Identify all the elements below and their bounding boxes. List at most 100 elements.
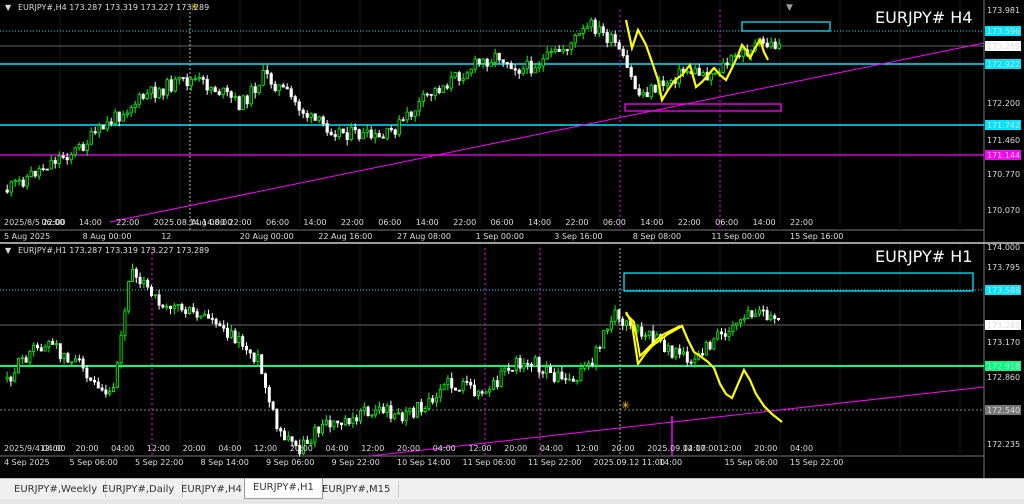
time-label: 04:00	[790, 444, 813, 453]
time-label: 20:00	[754, 444, 777, 453]
time-label: 12:00	[254, 444, 277, 453]
tab-eurjpy-weekly[interactable]: EURJPY#,Weekly	[6, 481, 107, 498]
time-label: 06:00	[266, 218, 289, 227]
time-label: 12:00	[40, 444, 63, 453]
time-label: 04:00	[218, 444, 241, 453]
date-label: 11 Sep 00:00	[711, 232, 764, 241]
time-label: 06:00	[491, 218, 514, 227]
date-label: 27 Aug 08:00	[397, 232, 451, 241]
price-label: 171.460	[987, 136, 1020, 145]
time-label: 22:00	[341, 218, 364, 227]
time-label: 04:00	[540, 444, 563, 453]
h4-collapse-icon[interactable]: ▼	[5, 3, 12, 12]
date-label: 1 Sep 00:00	[476, 232, 524, 241]
price-label: 172.235	[987, 440, 1020, 449]
price-label: 173.170	[987, 338, 1020, 347]
time-label: 12:00	[361, 444, 384, 453]
price-label: 173.596	[987, 27, 1020, 36]
chart-window-h1[interactable]: ✳ EURJPY#,H1 173.287 173.319 173.227 173…	[0, 242, 1024, 480]
price-label: 172.922	[987, 60, 1020, 69]
h4-header-text: EURJPY#,H4 173.287 173.319 173.227 173.2…	[18, 3, 209, 12]
time-label: 22:00	[116, 218, 139, 227]
price-label: 171.144	[987, 151, 1020, 160]
h4-shift-marker-icon[interactable]: ▼	[786, 3, 793, 13]
date-label: 8 Sep 14:00	[201, 458, 249, 467]
time-label: 20:00	[183, 444, 206, 453]
time-label: 20:00	[611, 444, 634, 453]
time-label: 14:00	[528, 218, 551, 227]
date-label: 15 Sep 16:00	[790, 232, 843, 241]
tab-eurjpy-m15[interactable]: EURJPY#,M15	[314, 481, 400, 498]
h4-symbol-label: EURJPY# H4	[875, 8, 972, 27]
h1-event-asterisk-icon[interactable]: ✳	[621, 399, 630, 412]
h1-collapse-icon[interactable]: ▼	[5, 246, 12, 255]
date-label: 15 Sep 22:00	[790, 458, 843, 467]
price-label: 172.918	[987, 362, 1020, 371]
time-label: 20:00	[290, 444, 313, 453]
status-bar	[0, 499, 1024, 504]
h4-chart-canvas[interactable]: EURJPY#,H4 173.287 173.319 173.227 173.2…	[0, 0, 1024, 242]
price-label: 174.000	[987, 244, 1020, 252]
price-label: 173.289	[987, 321, 1020, 330]
date-label: 20 Aug 00:00	[240, 232, 294, 241]
date-label: 5 Sep 06:00	[70, 458, 118, 467]
price-label: 172.200	[987, 99, 1020, 108]
chart-tab-bar: EURJPY#,Weekly EURJPY#,Daily EURJPY#,H4 …	[0, 478, 1024, 504]
time-label: 06:00	[378, 218, 401, 227]
time-label: 12:00	[576, 444, 599, 453]
date-label: 14:00	[659, 458, 682, 467]
time-label: 12:00	[147, 444, 170, 453]
time-label: 20:00	[75, 444, 98, 453]
date-label: 15 Sep 06:00	[725, 458, 778, 467]
tab-eurjpy-h1[interactable]: EURJPY#,H1	[244, 479, 323, 499]
date-label: 11 Sep 06:00	[463, 458, 516, 467]
price-label: 172.860	[987, 373, 1020, 382]
time-label: 04:00	[111, 444, 134, 453]
chart-window-h4[interactable]: EURJPY#,H4 173.287 173.319 173.227 173.2…	[0, 0, 1024, 242]
time-label: 20:00	[397, 444, 420, 453]
date-label: 5 Aug 2025	[4, 232, 50, 241]
time-label: 22:00	[678, 218, 701, 227]
price-label: 173.588	[987, 286, 1020, 295]
date-label: 9 Sep 22:00	[332, 458, 380, 467]
time-label: 04:00	[683, 444, 706, 453]
date-label: 9 Sep 06:00	[266, 458, 314, 467]
time-label: 14:00	[640, 218, 663, 227]
time-label: 14:00	[753, 218, 776, 227]
price-label: 173.981	[987, 6, 1020, 15]
h1-header-text: EURJPY#,H1 173.287 173.319 173.227 173.2…	[18, 246, 209, 255]
time-label: 14:00	[79, 218, 102, 227]
time-label: 06:00	[603, 218, 626, 227]
price-label: 170.070	[987, 206, 1020, 215]
time-label: 12:00	[719, 444, 742, 453]
h1-chart-canvas[interactable]: ✳ EURJPY#,H1 173.287 173.319 173.227 173…	[0, 243, 1024, 480]
tab-eurjpy-daily[interactable]: EURJPY#,Daily	[94, 481, 184, 498]
price-label: 172.540	[987, 406, 1020, 415]
price-label: 170.770	[987, 170, 1020, 179]
time-label: 04:00	[433, 444, 456, 453]
date-label: 11 Sep 22:00	[528, 458, 581, 467]
time-label: 06:00	[715, 218, 738, 227]
time-label: 14:00	[416, 218, 439, 227]
time-label: 22:00	[565, 218, 588, 227]
price-label: 173.289	[987, 42, 1020, 51]
time-label: 14:00	[303, 218, 326, 227]
date-label: 8 Aug 00:00	[83, 232, 132, 241]
time-label: 12:00	[468, 444, 491, 453]
price-label: 171.742	[987, 121, 1020, 130]
date-label: 12	[161, 232, 171, 241]
price-label: 173.795	[987, 263, 1020, 272]
time-label: 22:00	[790, 218, 813, 227]
date-label: 22 Aug 16:00	[318, 232, 372, 241]
date-label: 3 Sep 16:00	[554, 232, 602, 241]
date-label: 5 Sep 22:00	[135, 458, 183, 467]
date-label: 10 Sep 14:00	[397, 458, 450, 467]
time-label: 20:00	[504, 444, 527, 453]
time-label: 06:00	[41, 218, 64, 227]
date-label: 8 Sep 08:00	[633, 232, 681, 241]
h1-symbol-label: EURJPY# H1	[875, 247, 972, 266]
h4-event-asterisk-icon[interactable]: ✳	[190, 2, 198, 13]
tab-eurjpy-h4[interactable]: EURJPY#,H4	[173, 481, 251, 498]
time-label: Aug 08:00	[191, 218, 232, 227]
date-label: 4 Sep 2025	[4, 458, 50, 467]
